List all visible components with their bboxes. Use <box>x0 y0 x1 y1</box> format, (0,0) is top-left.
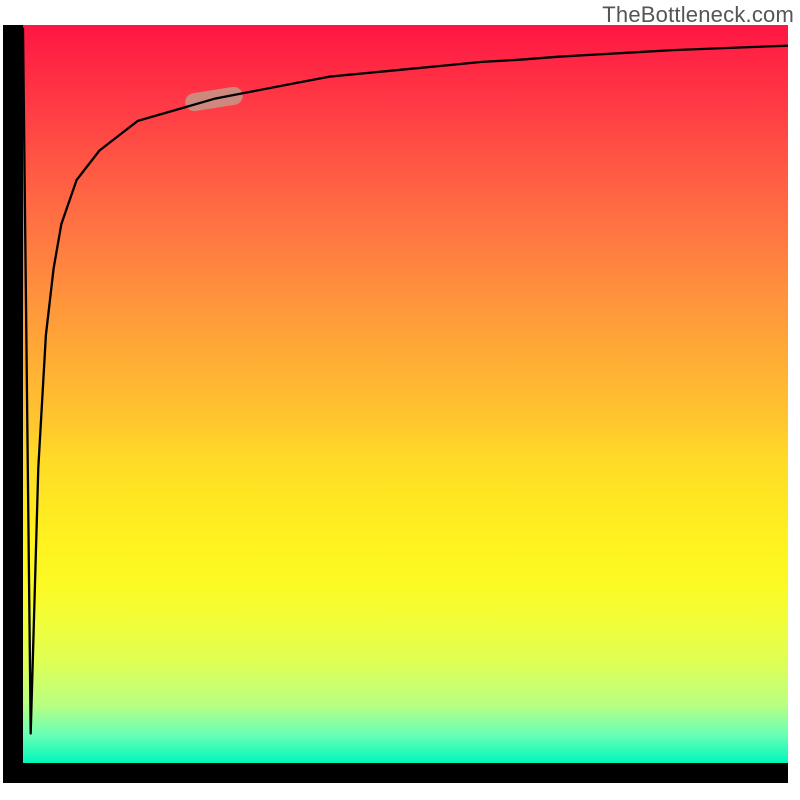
chart-frame <box>3 25 788 783</box>
y-axis-bar <box>3 25 23 783</box>
chart-container: TheBottleneck.com <box>0 0 800 800</box>
x-axis-bar <box>3 763 788 783</box>
plot-area <box>23 25 788 763</box>
curve-svg <box>23 25 788 763</box>
performance-curve <box>23 29 788 734</box>
